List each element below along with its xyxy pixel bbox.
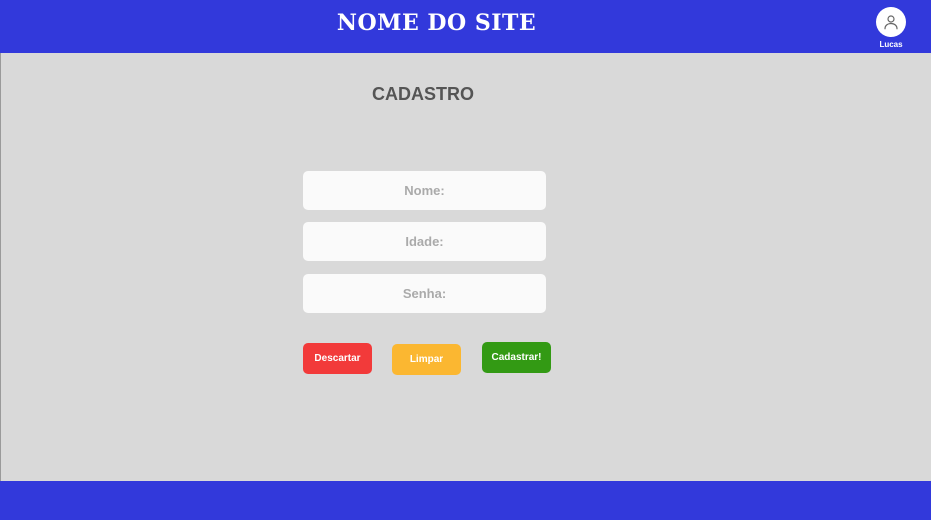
avatar[interactable]: [876, 7, 906, 37]
user-name: Lucas: [879, 40, 903, 49]
main-content: CADASTRO Descartar Limpar Cadastrar!: [0, 53, 931, 481]
name-input[interactable]: [303, 171, 546, 210]
age-input[interactable]: [303, 222, 546, 261]
user-icon: [884, 15, 898, 30]
discard-button[interactable]: Descartar: [303, 343, 372, 374]
submit-button[interactable]: Cadastrar!: [482, 342, 551, 373]
site-footer: [0, 481, 931, 520]
site-header: NOME DO SITE Lucas: [0, 0, 931, 53]
page-title: CADASTRO: [372, 84, 474, 104]
user-profile[interactable]: Lucas: [873, 7, 909, 49]
site-title: NOME DO SITE: [336, 10, 537, 36]
password-input[interactable]: [303, 274, 546, 313]
clear-button[interactable]: Limpar: [392, 344, 461, 375]
